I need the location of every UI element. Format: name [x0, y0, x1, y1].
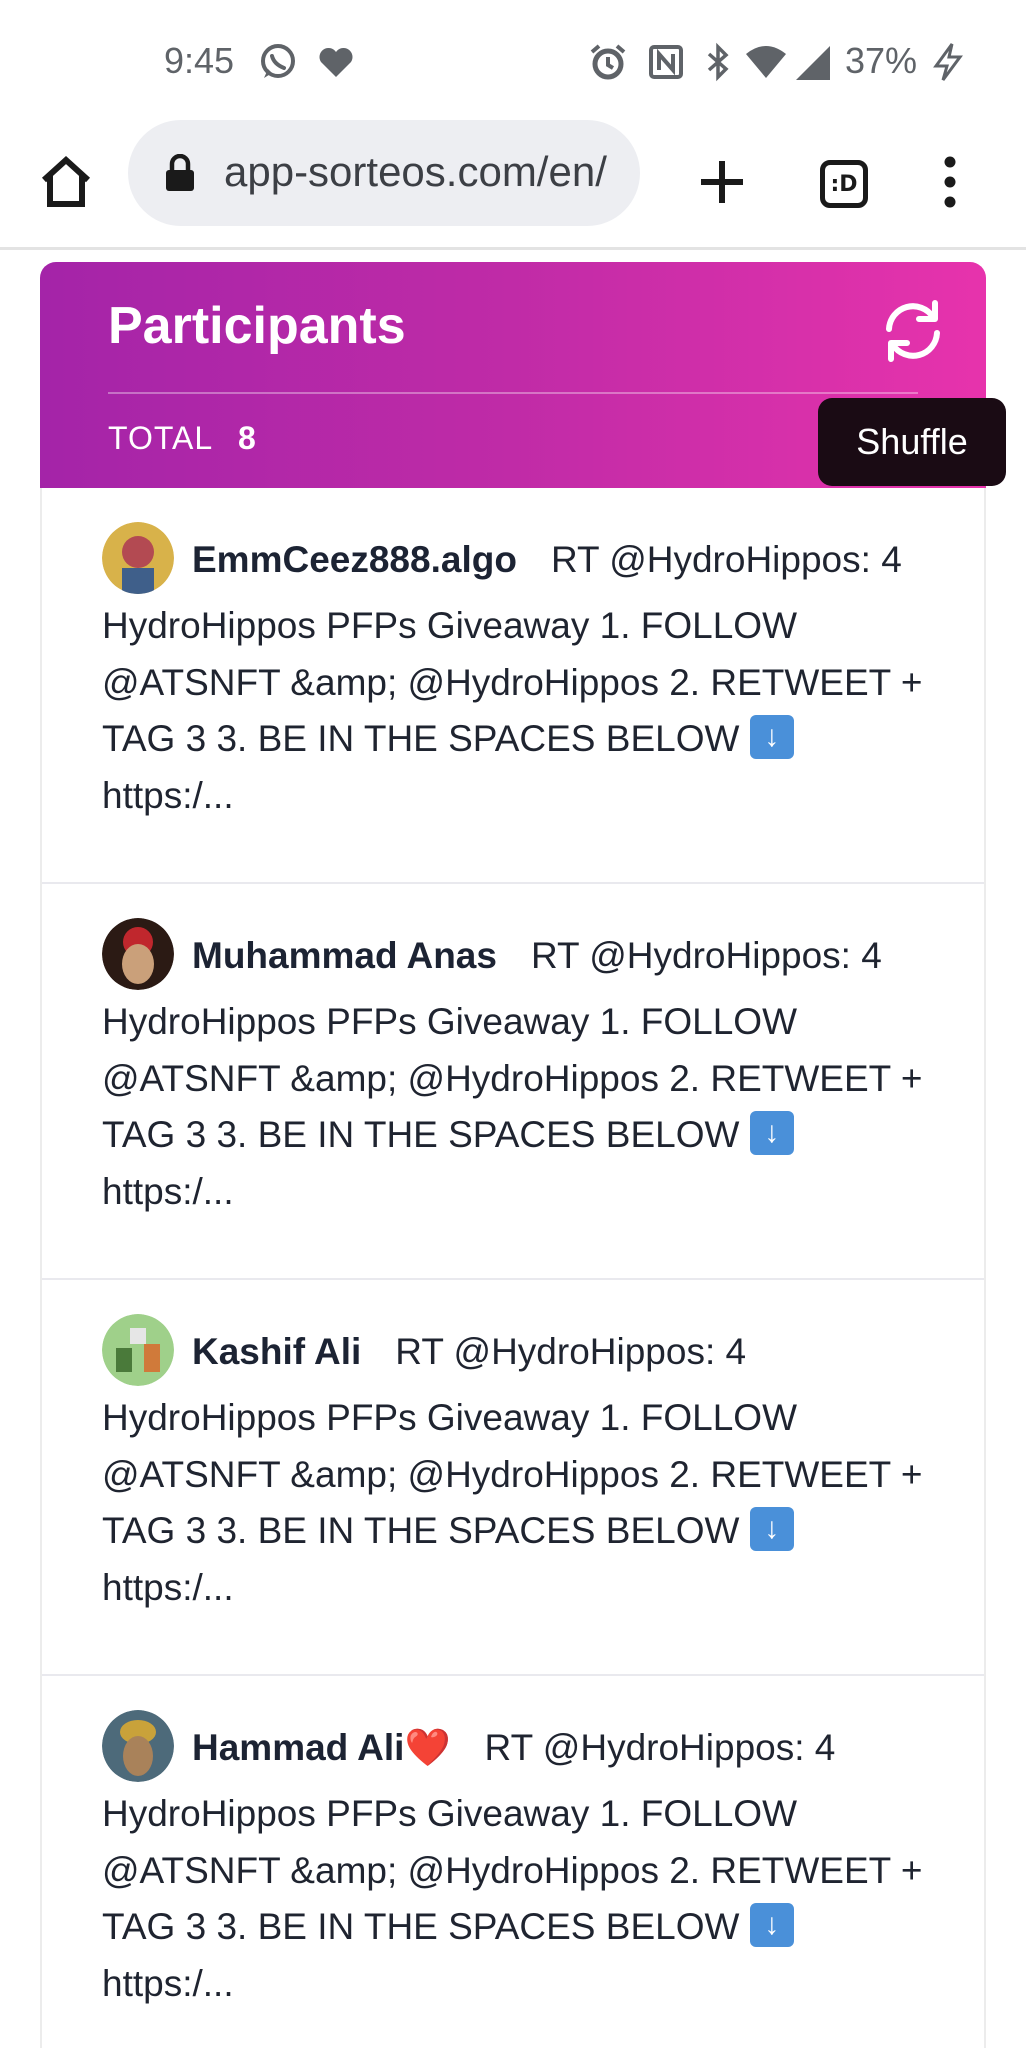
wifi-icon: [744, 42, 786, 82]
status-bar: 9:45 37%: [0, 0, 1026, 120]
heart-icon: [316, 42, 356, 82]
menu-button[interactable]: [912, 146, 988, 222]
home-button[interactable]: [28, 146, 104, 222]
avatar: [102, 1314, 174, 1386]
signal-icon: [794, 42, 834, 82]
participant-name: Hammad Ali❤️: [192, 1726, 451, 1768]
plus-icon: [697, 157, 747, 212]
tweet-link-text: https:/...: [102, 1170, 234, 1212]
refresh-icon: [877, 295, 949, 372]
list-item: Hammad Ali❤️ RT @HydroHippos: 4 HydroHipp…: [42, 1676, 984, 2048]
participant-entry: EmmCeez888.algo RT @HydroHippos: 4 HydroH…: [102, 522, 932, 824]
participant-name: Muhammad Anas: [192, 934, 497, 976]
arrow-down-icon: ↓: [749, 1111, 794, 1156]
new-tab-button[interactable]: [684, 146, 760, 222]
home-icon: [38, 154, 94, 215]
shuffle-button[interactable]: [872, 292, 954, 374]
more-vert-icon: [940, 156, 960, 213]
alarm-icon: [588, 42, 628, 82]
participant-entry: Muhammad Anas RT @HydroHippos: 4 HydroHip…: [102, 918, 932, 1220]
lock-icon: [164, 153, 196, 192]
charging-icon: [930, 42, 970, 82]
shuffle-tooltip: Shuffle: [818, 398, 1006, 486]
avatar: [102, 918, 174, 990]
tweet-link-text: https:/...: [102, 774, 234, 816]
total-label: TOTAL: [108, 420, 214, 456]
status-time: 9:45: [164, 40, 235, 81]
address-bar[interactable]: app-sorteos.com/en/: [128, 120, 640, 226]
participant-name: EmmCeez888.algo: [192, 538, 517, 580]
page-title: Participants: [108, 297, 406, 355]
list-item: EmmCeez888.algo RT @HydroHippos: 4 HydroH…: [42, 488, 984, 884]
whatsapp-icon: [258, 42, 298, 82]
arrow-down-icon: ↓: [749, 1903, 794, 1948]
list-item: Muhammad Anas RT @HydroHippos: 4 HydroHip…: [42, 884, 984, 1280]
arrow-down-icon: ↓: [749, 715, 794, 760]
tab-count: :D: [820, 160, 868, 208]
list-item: Kashif Ali RT @HydroHippos: 4 HydroHippos…: [42, 1280, 984, 1676]
bluetooth-icon: [698, 42, 738, 82]
avatar: [102, 1710, 174, 1782]
tweet-link-text: https:/...: [102, 1566, 234, 1608]
participant-entry: Kashif Ali RT @HydroHippos: 4 HydroHippos…: [102, 1314, 932, 1616]
participant-name: Kashif Ali: [192, 1330, 362, 1372]
avatar: [102, 522, 174, 594]
total-count: 8: [238, 420, 256, 456]
url-text: app-sorteos.com/en/: [224, 148, 607, 195]
nfc-icon: [646, 42, 686, 82]
header-divider: [108, 392, 918, 394]
battery-percent: 37%: [845, 40, 918, 81]
tab-switcher-button[interactable]: :D: [806, 146, 882, 222]
tweet-link-text: https:/...: [102, 1962, 234, 2004]
participant-entry: Hammad Ali❤️ RT @HydroHippos: 4 HydroHipp…: [102, 1710, 932, 2012]
arrow-down-icon: ↓: [749, 1507, 794, 1552]
participant-list: EmmCeez888.algo RT @HydroHippos: 4 HydroH…: [40, 488, 986, 2048]
